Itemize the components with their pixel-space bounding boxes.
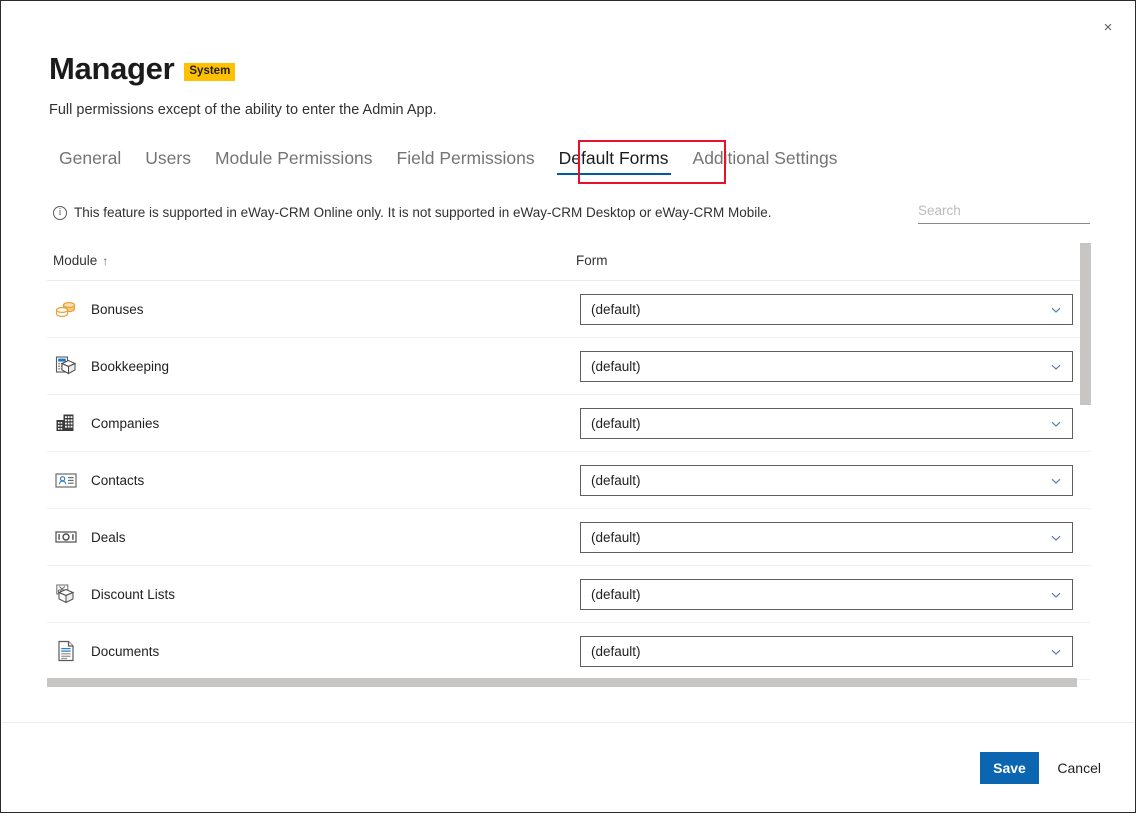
title-row: Manager System (49, 53, 1087, 86)
form-dropdown[interactable]: (default) (580, 521, 1073, 553)
info-message-text: This feature is supported in eWay-CRM On… (74, 205, 772, 220)
dialog-footer: Save Cancel (1, 723, 1135, 812)
tab-label: Module Permissions (214, 148, 373, 168)
tab-default-forms[interactable]: Default Forms (547, 146, 681, 179)
bonuses-icon (53, 296, 79, 322)
info-message: i This feature is supported in eWay-CRM … (53, 205, 772, 220)
status-badge: System (184, 63, 236, 81)
column-header-form[interactable]: Form (576, 253, 608, 268)
chevron-down-icon (1050, 360, 1062, 372)
cell-module: Documents (53, 638, 576, 664)
module-name: Contacts (91, 472, 145, 488)
tab-label: Additional Settings (692, 148, 838, 168)
form-dropdown-value: (default) (591, 643, 641, 659)
tab-module-permissions[interactable]: Module Permissions (203, 146, 385, 179)
form-dropdown[interactable]: (default) (580, 464, 1073, 496)
cell-module: Bookkeeping (53, 353, 576, 379)
search-input[interactable] (918, 201, 1090, 224)
cell-module: Deals (53, 524, 576, 550)
module-name: Discount Lists (91, 586, 176, 602)
table-header-row: Module ↑ Form (47, 241, 1091, 281)
table-row[interactable]: Deals (default) (47, 509, 1091, 566)
vertical-scrollbar-thumb[interactable] (1080, 243, 1091, 405)
module-name: Bookkeeping (91, 358, 170, 374)
horizontal-scrollbar-thumb[interactable] (47, 678, 1077, 687)
page-subtitle: Full permissions except of the ability t… (49, 101, 437, 118)
module-name: Deals (91, 529, 126, 545)
module-name: Bonuses (91, 301, 144, 317)
form-dropdown-value: (default) (591, 415, 641, 431)
form-dropdown[interactable]: (default) (580, 350, 1073, 382)
table-row[interactable]: Bookkeeping (default) (47, 338, 1091, 395)
cell-module: Contacts (53, 467, 576, 493)
column-header-module[interactable]: Module ↑ (53, 253, 576, 268)
table-row[interactable]: Discount Lists (default) (47, 566, 1091, 623)
save-button[interactable]: Save (980, 752, 1039, 784)
column-header-label: Form (576, 253, 608, 268)
form-dropdown[interactable]: (default) (580, 578, 1073, 610)
column-header-label: Module (53, 253, 98, 268)
cell-form: (default) (576, 464, 1073, 496)
default-forms-table: Module ↑ Form Bonuses (default) Bookkeep… (47, 241, 1091, 689)
form-dropdown[interactable]: (default) (580, 635, 1073, 667)
search-box (918, 201, 1090, 224)
chevron-down-icon (1050, 303, 1062, 315)
tab-bar: General Users Module Permissions Field P… (47, 146, 850, 179)
contacts-icon (53, 467, 79, 493)
chevron-down-icon (1050, 531, 1062, 543)
tab-general[interactable]: General (47, 146, 133, 179)
cell-form: (default) (576, 350, 1073, 382)
form-dropdown-value: (default) (591, 472, 641, 488)
module-name: Companies (91, 415, 160, 431)
chevron-down-icon (1050, 645, 1062, 657)
vertical-scrollbar[interactable] (1080, 241, 1091, 689)
table-row[interactable]: Documents (default) (47, 623, 1091, 680)
tab-label: General (59, 148, 122, 168)
table-row[interactable]: Contacts (default) (47, 452, 1091, 509)
chevron-down-icon (1050, 588, 1062, 600)
form-dropdown-value: (default) (591, 358, 641, 374)
page-title: Manager (49, 51, 175, 86)
table-body: Bonuses (default) Bookkeeping (default) … (47, 281, 1091, 680)
bookkeeping-icon (53, 353, 79, 379)
discount-lists-icon (53, 581, 79, 607)
cell-module: Companies (53, 410, 576, 436)
cell-form: (default) (576, 407, 1073, 439)
companies-icon (53, 410, 79, 436)
dialog-header: Manager System Full permissions except o… (49, 53, 1087, 118)
chevron-down-icon (1050, 417, 1062, 429)
deals-icon (53, 524, 79, 550)
cell-module: Discount Lists (53, 581, 576, 607)
documents-icon (53, 638, 79, 664)
form-dropdown-value: (default) (591, 586, 641, 602)
module-name: Documents (91, 643, 160, 659)
table-row[interactable]: Bonuses (default) (47, 281, 1091, 338)
tab-label: Default Forms (558, 148, 669, 168)
form-dropdown[interactable]: (default) (580, 407, 1073, 439)
sort-ascending-icon: ↑ (102, 253, 109, 268)
form-dropdown-value: (default) (591, 301, 641, 317)
cell-form: (default) (576, 293, 1073, 325)
tab-additional-settings[interactable]: Additional Settings (681, 146, 850, 179)
form-dropdown-value: (default) (591, 529, 641, 545)
chevron-down-icon (1050, 474, 1062, 486)
tab-label: Field Permissions (396, 148, 535, 168)
cell-form: (default) (576, 635, 1073, 667)
cancel-button[interactable]: Cancel (1054, 752, 1104, 784)
form-dropdown[interactable]: (default) (580, 293, 1073, 325)
info-circle-icon: i (53, 205, 67, 220)
close-icon[interactable]: × (1090, 12, 1126, 42)
tab-users[interactable]: Users (133, 146, 203, 179)
cell-form: (default) (576, 521, 1073, 553)
horizontal-scrollbar[interactable] (47, 677, 1081, 688)
table-row[interactable]: Companies (default) (47, 395, 1091, 452)
dialog-window: × Manager System Full permissions except… (0, 0, 1136, 813)
cell-module: Bonuses (53, 296, 576, 322)
cell-form: (default) (576, 578, 1073, 610)
tab-label: Users (145, 148, 191, 168)
tab-field-permissions[interactable]: Field Permissions (385, 146, 547, 179)
